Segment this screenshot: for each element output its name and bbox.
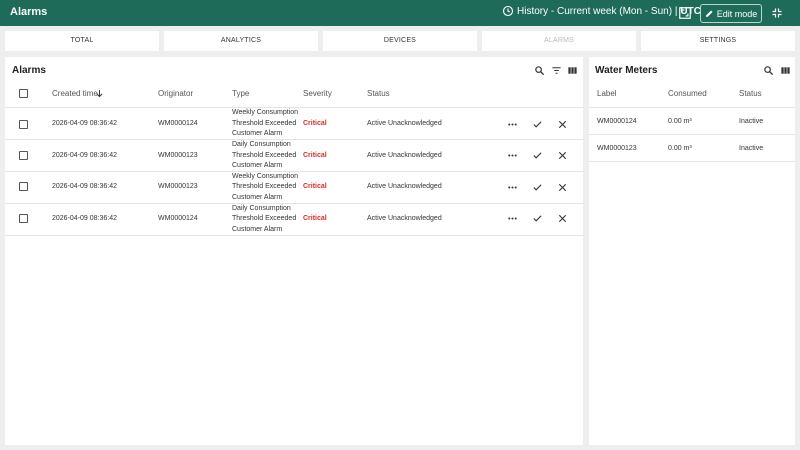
created-time-cell: 2026-04-09 08:36:42 <box>52 183 117 190</box>
alarms-panel: Alarms Created time Originator Type Seve… <box>5 57 583 445</box>
close-icon[interactable] <box>557 213 568 224</box>
more-icon[interactable] <box>507 182 518 193</box>
column-type[interactable]: Type <box>232 89 249 98</box>
filter-icon[interactable] <box>551 65 562 76</box>
row-checkbox[interactable] <box>19 214 28 223</box>
pencil-icon <box>705 10 713 17</box>
consumed-cell: 0.00 m³ <box>668 118 692 125</box>
column-status[interactable]: Status <box>739 89 762 98</box>
top-bar: Alarms History - Current week (Mon - Sun… <box>0 0 800 26</box>
exit-fullscreen-icon[interactable] <box>771 7 783 19</box>
status-cell: Inactive <box>739 145 764 152</box>
row-divider <box>5 235 583 236</box>
type-cell-line: Customer Alarm <box>232 162 283 169</box>
more-icon[interactable] <box>507 213 518 224</box>
type-cell-line: Threshold Exceeded <box>232 215 297 222</box>
search-icon[interactable] <box>763 65 774 76</box>
more-icon[interactable] <box>507 119 518 130</box>
label-cell: WM0000123 <box>597 145 637 152</box>
type-cell-line: Customer Alarm <box>232 226 283 233</box>
tab-analytics[interactable]: ANALYTICS <box>164 31 318 51</box>
history-timewindow[interactable]: History - Current week (Mon - Sun) | UTC <box>502 5 701 17</box>
history-label: History - Current week (Mon - Sun) | <box>517 5 678 17</box>
created-time-cell: 2026-04-09 08:36:42 <box>52 120 117 127</box>
edit-mode-label: Edit mode <box>716 8 758 19</box>
columns-icon[interactable] <box>567 65 578 76</box>
type-cell-line: Weekly Consumption <box>232 173 299 180</box>
type-cell-line: Customer Alarm <box>232 194 283 201</box>
column-originator[interactable]: Originator <box>158 89 193 98</box>
type-cell-line: Daily Consumption <box>232 141 291 148</box>
status-cell: Active Unacknowledged <box>367 183 442 190</box>
sort-desc-icon[interactable] <box>95 89 104 98</box>
created-time-cell: 2026-04-09 08:36:42 <box>52 215 117 222</box>
severity-cell: Critical <box>303 152 327 159</box>
type-cell-line: Threshold Exceeded <box>232 152 297 159</box>
check-icon[interactable] <box>532 213 543 224</box>
status-cell: Active Unacknowledged <box>367 152 442 159</box>
originator-cell: WM0000123 <box>158 152 198 159</box>
water-meters-panel: Water Meters Label Consumed Status WM000… <box>589 57 795 445</box>
consumed-cell: 0.00 m³ <box>668 145 692 152</box>
column-label[interactable]: Label <box>597 89 617 98</box>
row-divider <box>589 134 795 135</box>
tab-alarms[interactable]: ALARMS <box>482 31 636 51</box>
column-consumed[interactable]: Consumed <box>668 89 707 98</box>
label-cell: WM0000124 <box>597 118 637 125</box>
column-status[interactable]: Status <box>367 89 390 98</box>
check-icon[interactable] <box>532 119 543 130</box>
tab-total[interactable]: TOTAL <box>5 31 159 51</box>
type-cell-line: Weekly Consumption <box>232 109 299 116</box>
row-checkbox[interactable] <box>19 151 28 160</box>
clock-icon <box>502 5 514 17</box>
type-cell-line: Daily Consumption <box>232 205 291 212</box>
originator-cell: WM0000124 <box>158 215 198 222</box>
column-severity[interactable]: Severity <box>303 89 332 98</box>
close-icon[interactable] <box>557 182 568 193</box>
row-divider <box>5 203 583 204</box>
type-cell-line: Threshold Exceeded <box>232 120 297 127</box>
alarms-title: Alarms <box>12 65 46 76</box>
severity-cell: Critical <box>303 215 327 222</box>
type-cell-line: Threshold Exceeded <box>232 183 297 190</box>
row-divider <box>589 161 795 162</box>
edit-mode-button[interactable]: Edit mode <box>700 4 762 23</box>
columns-icon[interactable] <box>780 65 791 76</box>
row-divider <box>5 139 583 140</box>
severity-cell: Critical <box>303 183 327 190</box>
originator-cell: WM0000123 <box>158 183 198 190</box>
header-divider <box>589 107 795 108</box>
close-icon[interactable] <box>557 150 568 161</box>
row-checkbox[interactable] <box>19 182 28 191</box>
status-cell: Active Unacknowledged <box>367 215 442 222</box>
page-title: Alarms <box>10 6 48 18</box>
column-created-time[interactable]: Created time <box>52 89 98 98</box>
check-icon[interactable] <box>532 150 543 161</box>
tab-settings[interactable]: SETTINGS <box>641 31 795 51</box>
fullscreen-icon[interactable] <box>678 6 692 20</box>
type-cell-line: Customer Alarm <box>232 130 283 137</box>
close-icon[interactable] <box>557 119 568 130</box>
originator-cell: WM0000124 <box>158 120 198 127</box>
severity-cell: Critical <box>303 120 327 127</box>
more-icon[interactable] <box>507 150 518 161</box>
status-cell: Active Unacknowledged <box>367 120 442 127</box>
select-all-checkbox[interactable] <box>19 89 28 98</box>
water-meters-title: Water Meters <box>595 65 658 76</box>
row-checkbox[interactable] <box>19 120 28 129</box>
created-time-cell: 2026-04-09 08:36:42 <box>52 152 117 159</box>
check-icon[interactable] <box>532 182 543 193</box>
status-cell: Inactive <box>739 118 764 125</box>
tab-devices[interactable]: DEVICES <box>323 31 477 51</box>
search-icon[interactable] <box>534 65 545 76</box>
